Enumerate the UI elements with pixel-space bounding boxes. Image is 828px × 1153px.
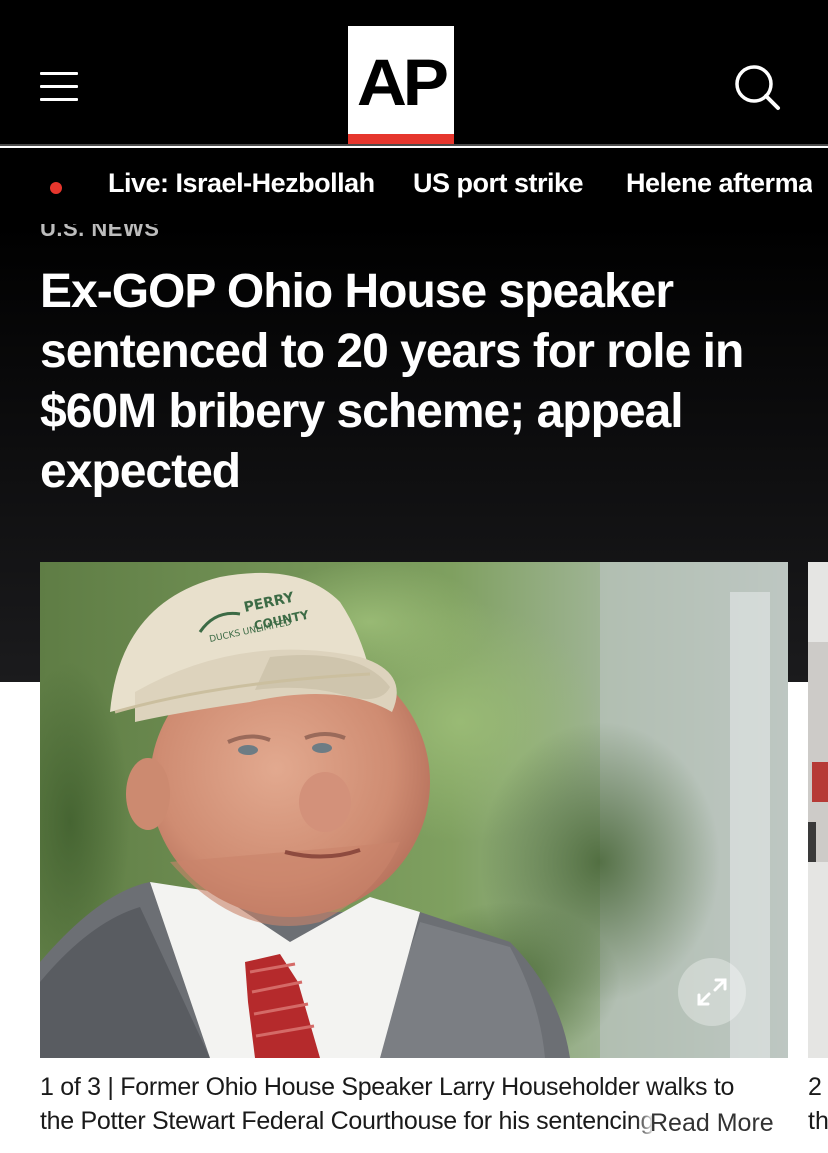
trending-link-israel-hezbollah[interactable]: Live: Israel-Hezbollah [108,168,375,199]
gallery-photo-main[interactable]: PERRY COUNTY DUCKS UNLIMITED [40,562,788,1058]
next-photo-caption: 2 of 3 th [808,1070,828,1138]
gallery-photo-next[interactable] [808,562,828,1058]
photo-counter: 1 of 3 [40,1073,101,1101]
site-header: AP [0,0,828,146]
section-label[interactable]: U.S. NEWS [40,224,159,242]
read-more-link[interactable]: Read More [636,1104,774,1142]
expand-icon[interactable] [678,958,746,1026]
photo-householder: PERRY COUNTY DUCKS UNLIMITED [40,562,788,1058]
next-photo-counter: 2 of 3 [808,1073,828,1101]
next-caption-text: th [808,1107,828,1135]
ap-logo[interactable]: AP [348,26,454,144]
search-icon[interactable] [732,62,782,112]
article-headline: Ex-GOP Ohio House speaker sentenced to 2… [40,265,744,498]
caption-separator: | [100,1073,121,1101]
logo-text: AP [357,45,449,119]
live-indicator-dot [50,182,62,194]
trending-link-us-port-strike[interactable]: US port strike [413,168,584,199]
trending-link-helene-aftermath[interactable]: Helene afterma [626,168,812,199]
caption-text: Former Ohio House Speaker Larry Househol… [40,1073,735,1135]
hamburger-menu-icon[interactable] [40,72,80,102]
